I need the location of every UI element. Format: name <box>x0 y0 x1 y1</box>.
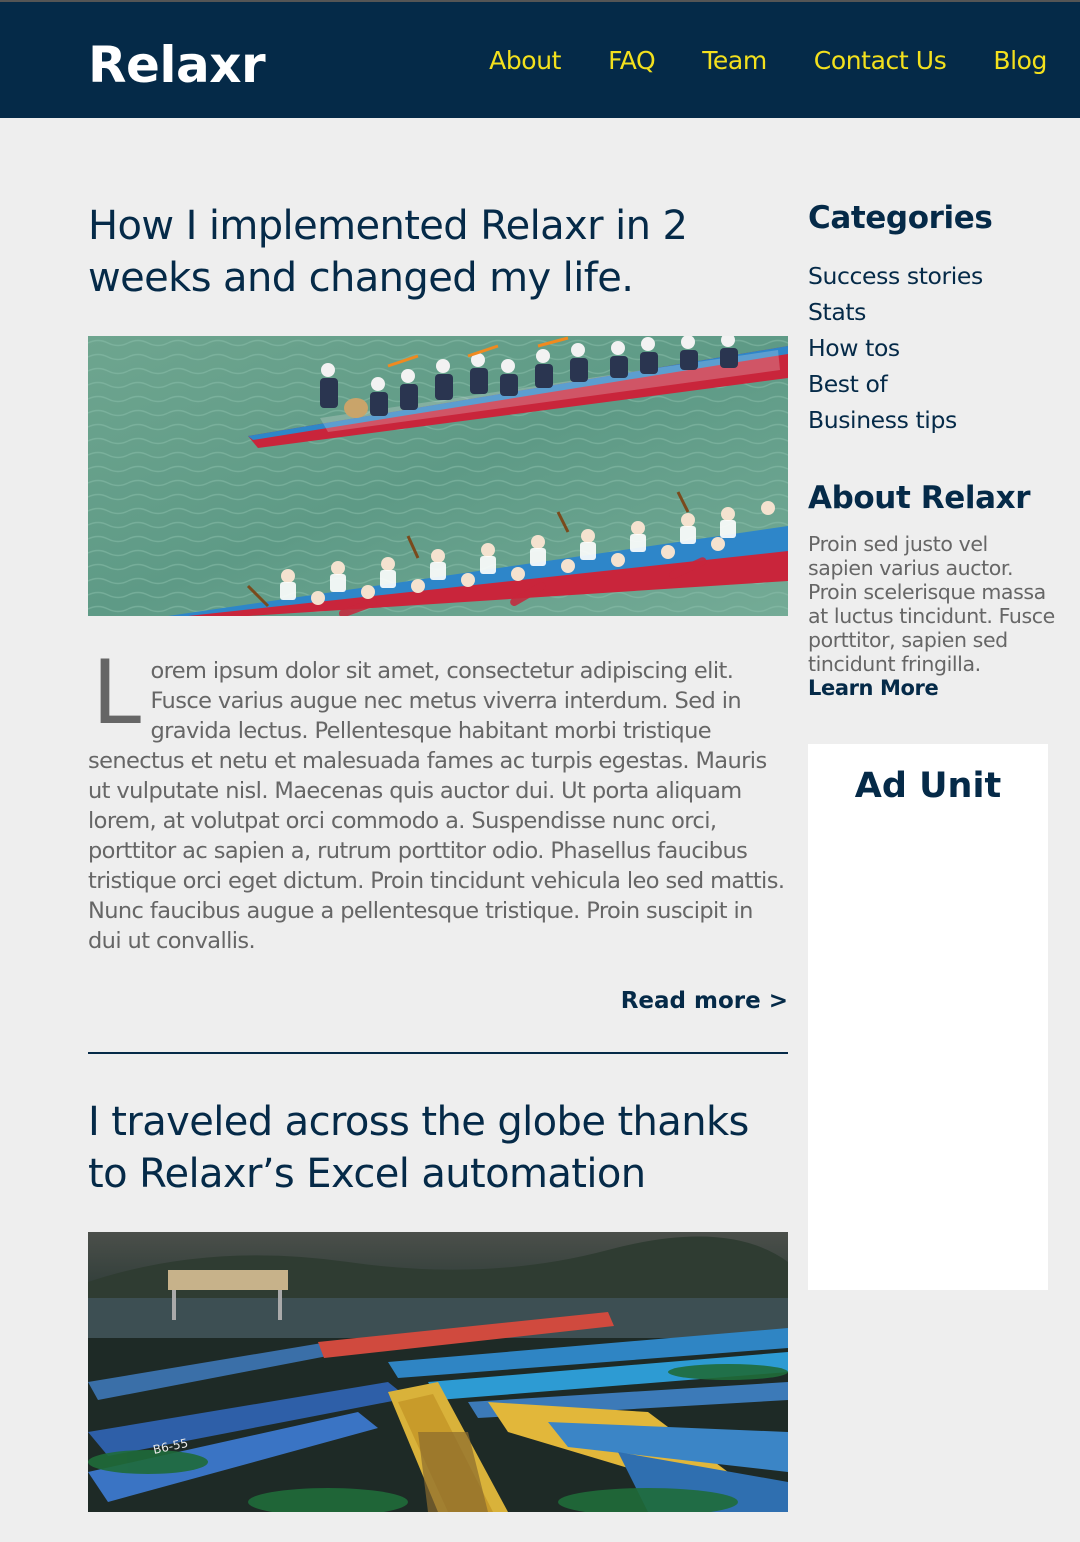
nav-contact-us[interactable]: Contact Us <box>814 46 947 75</box>
category-item[interactable]: Stats <box>808 294 1058 330</box>
category-item[interactable]: Best of <box>808 366 1058 402</box>
nav-about[interactable]: About <box>489 46 561 75</box>
dragon-boat-race-photo <box>88 336 788 616</box>
moored-rowboats-photo: B6-55 <box>88 1232 788 1512</box>
blog-post: How I implemented Relaxr in 2 weeks and … <box>88 200 788 1014</box>
site-header: Relaxr About FAQ Team Contact Us Blog <box>0 2 1080 118</box>
about-heading: About Relaxr <box>808 480 1031 516</box>
about-text: Proin sed justo vel sapien varius auctor… <box>808 532 1058 700</box>
nav-team[interactable]: Team <box>702 46 767 75</box>
blog-main: How I implemented Relaxr in 2 weeks and … <box>88 200 788 1512</box>
ad-unit-title: Ad Unit <box>854 766 1002 806</box>
categories-list: Success stories Stats How tos Best of Bu… <box>808 258 1058 438</box>
nav-blog[interactable]: Blog <box>993 46 1047 75</box>
about-blurb: Proin sed justo vel sapien varius auctor… <box>808 532 1055 676</box>
category-item[interactable]: Business tips <box>808 402 1058 438</box>
ad-unit[interactable]: Ad Unit <box>808 744 1048 1290</box>
post-image: B6-55 <box>88 1232 788 1512</box>
post-excerpt: Lorem ipsum dolor sit amet, consectetur … <box>88 641 788 956</box>
post-image <box>88 336 788 616</box>
post-dropcap: L <box>92 641 141 744</box>
post-title[interactable]: How I implemented Relaxr in 2 weeks and … <box>88 200 728 304</box>
sidebar: Categories Success stories Stats How tos… <box>808 200 1058 700</box>
learn-more-link[interactable]: Learn More <box>808 676 939 700</box>
category-item[interactable]: How tos <box>808 330 1058 366</box>
main-nav: About FAQ Team Contact Us Blog <box>489 46 1047 75</box>
post-excerpt-text: orem ipsum dolor sit amet, consectetur a… <box>88 658 785 954</box>
post-divider <box>88 1052 788 1054</box>
post-title[interactable]: I traveled across the globe thanks to Re… <box>88 1096 768 1200</box>
categories-heading: Categories <box>808 200 993 236</box>
site-logo[interactable]: Relaxr <box>88 36 266 94</box>
read-more-link[interactable]: Read more > <box>88 988 788 1014</box>
nav-faq[interactable]: FAQ <box>608 46 656 75</box>
category-item[interactable]: Success stories <box>808 258 1058 294</box>
blog-post: I traveled across the globe thanks to Re… <box>88 1096 788 1512</box>
